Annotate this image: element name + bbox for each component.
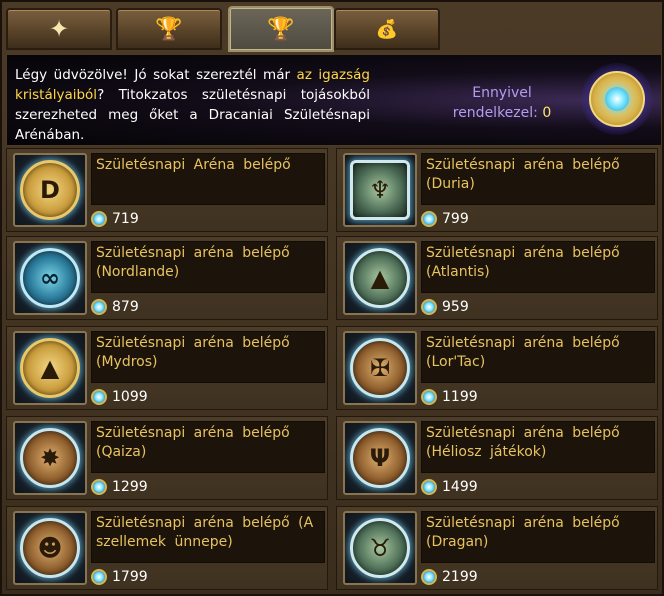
shop-item-card[interactable]: ▲ Születésnapi aréna belépő (Mydros) 1099 [6, 326, 328, 410]
shop-item-card[interactable]: ✸ Születésnapi aréna belépő (Qaiza) 1299 [6, 416, 328, 500]
nordlande-emblem-icon: ∞ [20, 248, 80, 308]
item-name: Születésnapi aréna belépő (Duria) [421, 153, 655, 205]
item-name: Születésnapi aréna belépő (Lor'Tac) [421, 331, 655, 383]
item-price: 1799 [91, 567, 148, 587]
item-price: 879 [91, 297, 139, 317]
welcome-banner: Légy üdvözölve! Jó sokat szereztél már a… [6, 54, 662, 146]
balance-display: Ennyivel rendelkezel: 0 [437, 83, 567, 123]
atlantis-emblem-icon: ▲ [350, 248, 410, 308]
shop-item-card[interactable]: D Születésnapi Aréna belépő 719 [6, 148, 328, 232]
item-thumbnail[interactable]: ▲ [13, 331, 87, 405]
item-thumbnail[interactable]: ∞ [13, 241, 87, 315]
shop-item-card[interactable]: ✠ Születésnapi aréna belépő (Lor'Tac) 1199 [336, 326, 658, 410]
item-name: Születésnapi aréna belépő (Nordlande) [91, 241, 325, 293]
crystal-gem [605, 87, 629, 111]
crystal-coin-icon [91, 479, 107, 495]
dragan-emblem-icon: ♉ [350, 518, 410, 578]
item-thumbnail[interactable]: ✠ [343, 331, 417, 405]
item-price-value: 879 [112, 299, 139, 315]
item-price: 799 [421, 209, 469, 229]
item-price: 1099 [91, 387, 148, 407]
sparkle-star-icon: ✦ [48, 15, 70, 43]
item-price-value: 2199 [442, 569, 478, 585]
shop-item-card[interactable]: ▲ Születésnapi aréna belépő (Atlantis) 959 [336, 236, 658, 320]
item-price-value: 959 [442, 299, 469, 315]
qaiza-emblem-icon: ✸ [20, 428, 80, 488]
crystal-coin-icon [91, 211, 107, 227]
arena-trophy-icon: 🏆 [267, 16, 295, 42]
duria-emblem-icon: ♆ [350, 160, 410, 220]
item-name: Születésnapi aréna belépő (Atlantis) [421, 241, 655, 293]
item-price: 2199 [421, 567, 478, 587]
item-name: Születésnapi aréna belépő (Héliosz játék… [421, 421, 655, 473]
item-price-value: 799 [442, 211, 469, 227]
crystal-coin-icon [91, 389, 107, 405]
item-price: 1199 [421, 387, 478, 407]
item-thumbnail[interactable]: ✸ [13, 421, 87, 495]
item-name: Születésnapi aréna belépő (A szellemek ü… [91, 511, 325, 563]
shop-item-card[interactable]: ☻ Születésnapi aréna belépő (A szellemek … [6, 506, 328, 590]
shop-item-card[interactable]: Ψ Születésnapi aréna belépő (Héliosz játé… [336, 416, 658, 500]
item-grid: D Születésnapi Aréna belépő 719 ♆ Születésna… [6, 148, 662, 594]
tab-trophy[interactable]: 🏆 [116, 8, 222, 50]
item-price-value: 1099 [112, 389, 148, 405]
tab-bar: ✦ 🏆 🏆 💰 [6, 6, 662, 52]
item-price-value: 1499 [442, 479, 478, 495]
shop-item-card[interactable]: ∞ Születésnapi aréna belépő (Nordlande) 87… [6, 236, 328, 320]
item-price: 1499 [421, 477, 478, 497]
shop-item-card[interactable]: ♉ Születésnapi aréna belépő (Dragan) 2199 [336, 506, 658, 590]
item-price-value: 1299 [112, 479, 148, 495]
trophy-icon: 🏆 [155, 16, 183, 42]
balance-label: Ennyivel rendelkezel: [452, 85, 538, 121]
crystal-coin-icon [91, 299, 107, 315]
welcome-text-start: Légy üdvözölve! Jó sokat szereztél már [15, 67, 297, 83]
item-thumbnail[interactable]: ☻ [13, 511, 87, 585]
item-name: Születésnapi Aréna belépő [91, 153, 325, 205]
item-thumbnail[interactable]: D [13, 153, 87, 227]
arena-shop-window: ✦ 🏆 🏆 💰 Légy üdvözölve! Jó sokat szerezt… [0, 0, 664, 596]
item-name: Születésnapi aréna belépő (Qaiza) [91, 421, 325, 473]
crystal-coin-icon [91, 569, 107, 585]
tab-arena[interactable]: 🏆 [228, 6, 334, 52]
crystal-ring [589, 71, 645, 127]
crystal-coin-icon [421, 569, 437, 585]
tab-sparkle[interactable]: ✦ [6, 8, 112, 50]
item-thumbnail[interactable]: ♉ [343, 511, 417, 585]
crystal-coin-icon [421, 479, 437, 495]
helios-emblem-icon: Ψ [350, 428, 410, 488]
lortac-emblem-icon: ✠ [350, 338, 410, 398]
mydros-emblem-icon: ▲ [20, 338, 80, 398]
item-name: Születésnapi aréna belépő (Mydros) [91, 331, 325, 383]
dracania-emblem-icon: D [20, 160, 80, 220]
item-price: 1299 [91, 477, 148, 497]
balance-value: 0 [542, 105, 552, 121]
item-price-value: 1199 [442, 389, 478, 405]
item-name: Születésnapi aréna belépő (Dragan) [421, 511, 655, 563]
money-bag-icon: 💰 [375, 18, 399, 40]
truth-crystal-icon [581, 63, 653, 135]
item-thumbnail[interactable]: Ψ [343, 421, 417, 495]
item-thumbnail[interactable]: ♆ [343, 153, 417, 227]
item-price-value: 719 [112, 211, 139, 227]
shop-item-card[interactable]: ♆ Születésnapi aréna belépő (Duria) 799 [336, 148, 658, 232]
item-price: 959 [421, 297, 469, 317]
welcome-text: Légy üdvözölve! Jó sokat szereztél már a… [15, 65, 370, 145]
item-thumbnail[interactable]: ▲ [343, 241, 417, 315]
crystal-coin-icon [421, 299, 437, 315]
tab-money-bag[interactable]: 💰 [334, 8, 440, 50]
item-price: 719 [91, 209, 139, 229]
crystal-coin-icon [421, 389, 437, 405]
item-price-value: 1799 [112, 569, 148, 585]
crystal-coin-icon [421, 211, 437, 227]
pumpkin-emblem-icon: ☻ [20, 518, 80, 578]
